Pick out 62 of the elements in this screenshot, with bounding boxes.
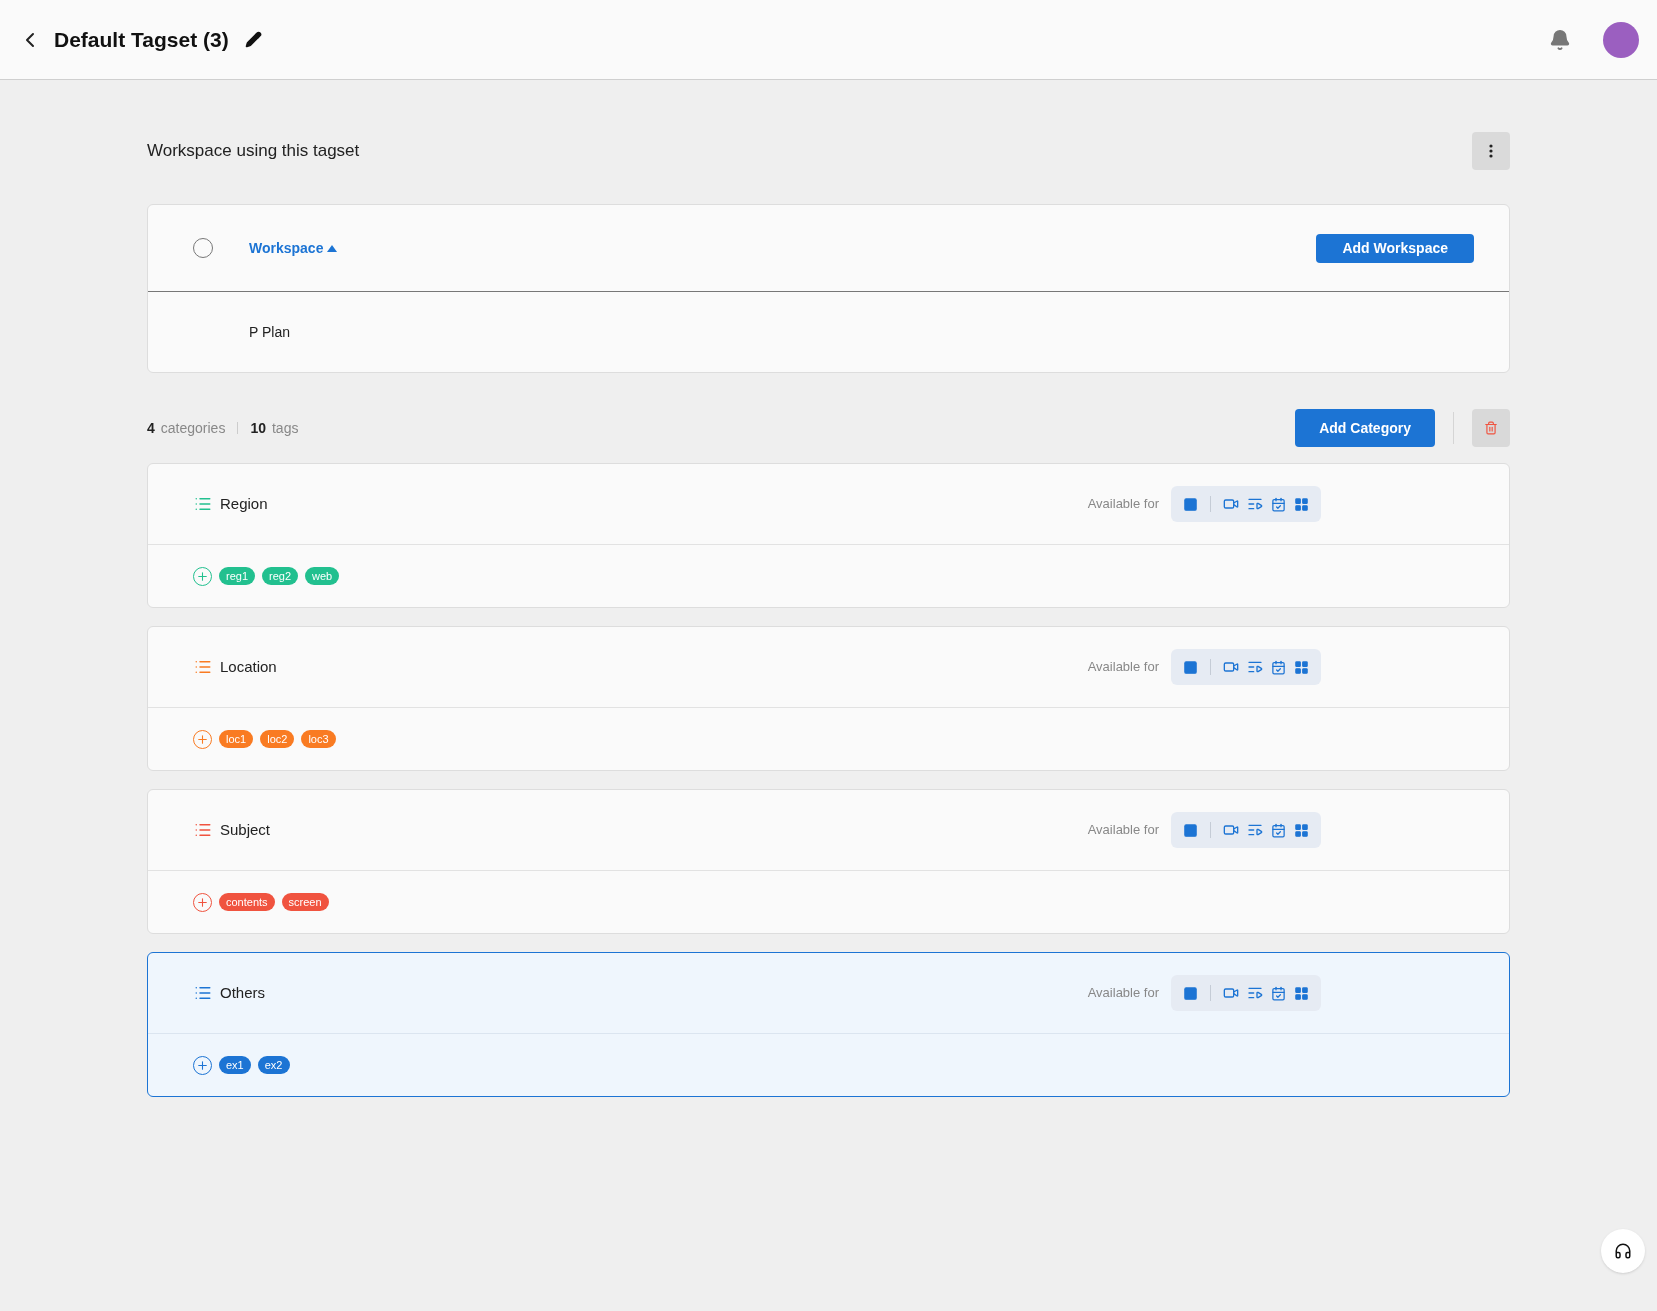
- calendar-check-icon[interactable]: [1271, 822, 1286, 838]
- categories-label: categories: [160, 418, 226, 438]
- section-title: Workspace using this tagset: [147, 140, 360, 163]
- headset-icon: [1614, 1242, 1632, 1260]
- tag-chip[interactable]: loc2: [260, 730, 295, 748]
- tags-count: 10: [250, 418, 266, 438]
- add-category-button[interactable]: Add Category: [1295, 409, 1435, 447]
- category-name: Subject: [220, 819, 271, 840]
- video-icon[interactable]: [1223, 659, 1239, 675]
- tag-chip[interactable]: loc1: [219, 730, 254, 748]
- playlist-icon[interactable]: [1247, 985, 1263, 1001]
- more-options-button[interactable]: [1472, 132, 1510, 170]
- workspace-column-header[interactable]: Workspace: [249, 237, 338, 259]
- grid-icon[interactable]: [1294, 822, 1309, 838]
- plus-icon: [196, 732, 209, 746]
- tag-chip[interactable]: ex2: [257, 1056, 290, 1074]
- calendar-check-icon[interactable]: [1271, 985, 1286, 1001]
- tag-chip[interactable]: screen: [281, 893, 329, 911]
- grid-icon[interactable]: [1294, 496, 1309, 512]
- video-icon[interactable]: [1223, 496, 1239, 512]
- rectangle-icon[interactable]: [1183, 822, 1198, 838]
- rectangle-icon[interactable]: [1183, 985, 1198, 1001]
- calendar-check-icon[interactable]: [1271, 496, 1286, 512]
- edit-button[interactable]: [244, 31, 262, 48]
- notification-bell-icon[interactable]: [1549, 28, 1571, 51]
- trash-icon: [1484, 421, 1498, 435]
- available-for-label: Available for: [1087, 658, 1159, 677]
- playlist-icon[interactable]: [1247, 659, 1263, 675]
- tag-chip[interactable]: loc3: [301, 730, 336, 748]
- categories-count: 4: [147, 418, 155, 438]
- available-for-label: Available for: [1087, 984, 1159, 1003]
- tag-chip[interactable]: reg1: [219, 567, 256, 585]
- category-name: Location: [220, 656, 277, 677]
- grid-icon[interactable]: [1294, 659, 1309, 675]
- plus-icon: [196, 569, 209, 583]
- more-options-icon: [1489, 144, 1493, 158]
- calendar-check-icon[interactable]: [1271, 659, 1286, 675]
- rectangle-icon[interactable]: [1183, 659, 1198, 675]
- playlist-icon[interactable]: [1247, 822, 1263, 838]
- workspace-name[interactable]: P Plan: [249, 321, 290, 343]
- video-icon[interactable]: [1223, 985, 1239, 1001]
- category-name: Others: [220, 982, 265, 1003]
- available-for-label: Available for: [1087, 495, 1159, 514]
- playlist-icon[interactable]: [1247, 496, 1263, 512]
- tags-label: tags: [271, 418, 299, 438]
- rectangle-icon[interactable]: [1183, 496, 1198, 512]
- support-button[interactable]: [1601, 1229, 1645, 1273]
- plus-icon: [196, 1058, 209, 1072]
- tag-chip[interactable]: web: [305, 567, 340, 585]
- available-for-label: Available for: [1087, 821, 1159, 840]
- grid-icon[interactable]: [1294, 985, 1309, 1001]
- category-name: Region: [220, 493, 268, 514]
- page-title: Default Tagset (3): [54, 26, 229, 53]
- delete-button[interactable]: [1472, 409, 1510, 447]
- plus-icon: [196, 895, 209, 909]
- tag-chip[interactable]: ex1: [219, 1056, 251, 1074]
- video-icon[interactable]: [1223, 822, 1239, 838]
- add-workspace-button[interactable]: Add Workspace: [1316, 233, 1474, 263]
- tag-chip[interactable]: reg2: [262, 567, 299, 585]
- pencil-icon: [244, 31, 262, 48]
- avatar[interactable]: [1603, 21, 1639, 58]
- tag-chip[interactable]: contents: [219, 893, 275, 911]
